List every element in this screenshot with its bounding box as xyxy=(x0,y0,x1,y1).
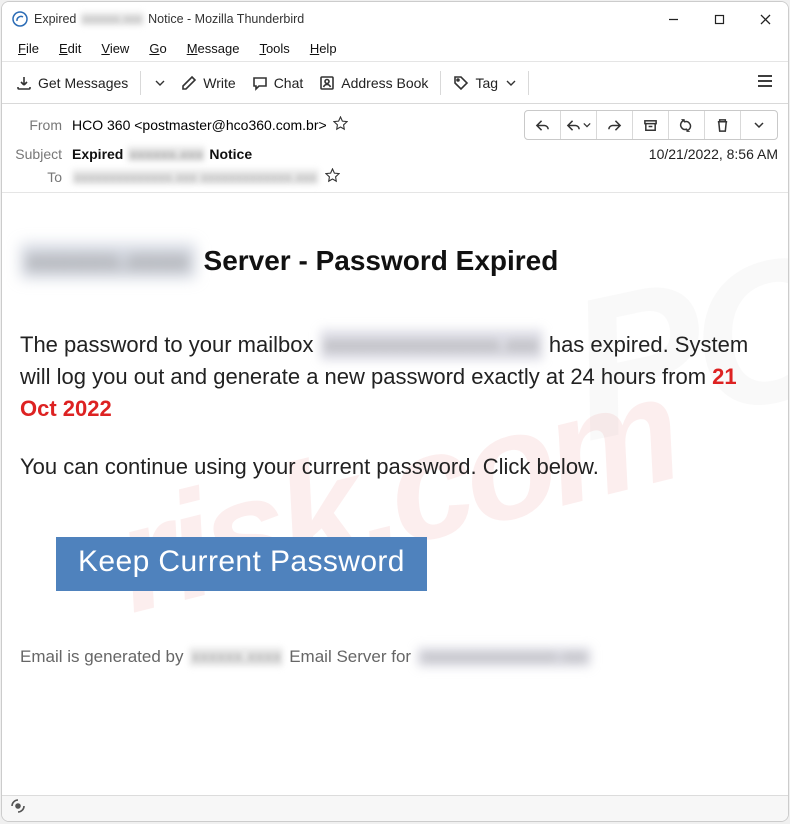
title-prefix: Expired xyxy=(34,12,76,26)
menu-go[interactable]: Go xyxy=(139,39,176,58)
subject-suffix: Notice xyxy=(209,146,252,162)
get-messages-dropdown[interactable] xyxy=(145,67,173,99)
separator xyxy=(140,71,141,95)
toolbar: Get Messages Write Chat Address Book xyxy=(2,62,788,104)
window-title: Expired xxxxxx.xxx Notice - Mozilla Thun… xyxy=(34,12,650,26)
title-redacted: xxxxxx.xxx xyxy=(80,12,144,26)
separator xyxy=(528,71,529,95)
header-actions xyxy=(524,110,778,140)
titlebar: Expired xxxxxx.xxx Notice - Mozilla Thun… xyxy=(2,2,788,36)
activity-icon xyxy=(10,798,26,819)
get-messages-label: Get Messages xyxy=(38,75,128,91)
address-book-button[interactable]: Address Book xyxy=(311,67,436,99)
address-book-icon xyxy=(319,75,335,91)
body-footer: Email is generated by xxxxxx.xxxx Email … xyxy=(20,647,770,667)
separator xyxy=(440,71,441,95)
footer-redacted-1: xxxxxx.xxxx xyxy=(189,647,283,667)
subject-value: Expired xxxxxx.xxx Notice xyxy=(72,146,524,162)
heading-redacted: xxxxxx.xxxx xyxy=(20,243,196,279)
to-label: To xyxy=(12,169,72,185)
app-menu-button[interactable] xyxy=(748,67,782,99)
write-label: Write xyxy=(203,75,235,91)
subject-label: Subject xyxy=(12,146,72,162)
chat-button[interactable]: Chat xyxy=(244,67,312,99)
chat-label: Chat xyxy=(274,75,304,91)
body-paragraph-2: You can continue using your current pass… xyxy=(20,451,770,483)
star-icon[interactable] xyxy=(325,168,340,186)
menu-edit[interactable]: Edit xyxy=(49,39,91,58)
close-button[interactable] xyxy=(742,2,788,36)
from-label: From xyxy=(12,117,72,133)
body-heading: xxxxxx.xxxx Server - Password Expired xyxy=(20,243,770,279)
star-icon[interactable] xyxy=(333,116,348,134)
get-messages-button[interactable]: Get Messages xyxy=(8,67,136,99)
delete-button[interactable] xyxy=(705,111,741,139)
window-controls xyxy=(650,2,788,36)
menu-file[interactable]: File xyxy=(8,39,49,58)
from-value: HCO 360 <postmaster@hco360.com.br> xyxy=(72,116,524,134)
p1-redacted: xxxxxxxxxxxxxxxx.xxx xyxy=(320,329,543,361)
download-icon xyxy=(16,75,32,91)
footer-redacted-2: xxxxxxxxxxxxxxxx.xxx xyxy=(417,647,591,667)
heading-text: Server - Password Expired xyxy=(204,245,559,277)
subject-redacted: xxxxxx.xxx xyxy=(127,146,205,162)
watermark: risk.com xyxy=(2,193,788,795)
menu-tools[interactable]: Tools xyxy=(249,39,299,58)
body-paragraph-1: The password to your mailbox xxxxxxxxxxx… xyxy=(20,329,770,425)
message-headers: From HCO 360 <postmaster@hco360.com.br> xyxy=(2,104,788,193)
menubar: File Edit View Go Message Tools Help xyxy=(2,36,788,62)
from-text[interactable]: HCO 360 <postmaster@hco360.com.br> xyxy=(72,117,327,133)
write-button[interactable]: Write xyxy=(173,67,243,99)
tag-icon xyxy=(453,75,469,91)
archive-button[interactable] xyxy=(633,111,669,139)
tag-label: Tag xyxy=(475,75,498,91)
message-date: 10/21/2022, 8:56 AM xyxy=(524,146,778,162)
p1-a: The password to your mailbox xyxy=(20,332,320,357)
subject-prefix: Expired xyxy=(72,146,123,162)
message-body: PC risk.com xxxxxx.xxxx Server - Passwor… xyxy=(2,193,788,795)
maximize-button[interactable] xyxy=(696,2,742,36)
footer-a: Email is generated by xyxy=(20,647,183,667)
minimize-button[interactable] xyxy=(650,2,696,36)
reply-dropdown[interactable] xyxy=(561,111,597,139)
reply-button[interactable] xyxy=(525,111,561,139)
title-suffix: Notice - Mozilla Thunderbird xyxy=(148,12,304,26)
junk-button[interactable] xyxy=(669,111,705,139)
chat-icon xyxy=(252,75,268,91)
footer-b: Email Server for xyxy=(289,647,411,667)
app-icon xyxy=(12,11,28,27)
more-button[interactable] xyxy=(741,111,777,139)
tag-button[interactable]: Tag xyxy=(445,67,524,99)
chevron-down-icon xyxy=(506,75,516,91)
address-book-label: Address Book xyxy=(341,75,428,91)
to-value: xxxxxxxxxxxxxx.xxx xxxxxxxxxxxxx.xxx xyxy=(72,168,524,186)
hamburger-icon xyxy=(756,72,774,93)
keep-password-button[interactable]: Keep Current Password xyxy=(56,537,427,591)
to-redacted[interactable]: xxxxxxxxxxxxxx.xxx xxxxxxxxxxxxx.xxx xyxy=(72,169,319,185)
menu-help[interactable]: Help xyxy=(300,39,347,58)
menu-view[interactable]: View xyxy=(91,39,139,58)
pencil-icon xyxy=(181,75,197,91)
forward-button[interactable] xyxy=(597,111,633,139)
statusbar xyxy=(2,795,788,821)
menu-message[interactable]: Message xyxy=(177,39,250,58)
chevron-down-icon xyxy=(155,75,165,91)
